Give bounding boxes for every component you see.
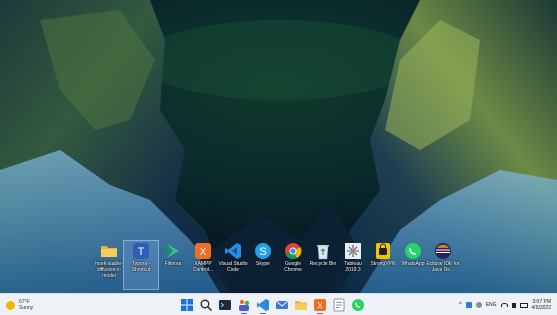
whatsapp-icon <box>404 242 422 260</box>
desktop-icon-label: hook-stable-diffusion-v-model <box>95 261 123 279</box>
wifi-icon[interactable] <box>500 303 508 307</box>
search-button[interactable] <box>199 298 213 312</box>
desktop-icon-label: Eclipse IDE for Java De... <box>426 261 460 273</box>
mail-icon <box>275 298 289 312</box>
teams-button[interactable] <box>237 298 251 314</box>
whatsapp-icon <box>351 298 365 312</box>
desktop-icon-label: Filmora <box>164 261 182 267</box>
running-indicator <box>317 312 323 314</box>
desktop-icon-whatsapp[interactable]: WhatsApp <box>396 241 430 289</box>
clock-date: 4/5/2022 <box>531 305 551 311</box>
svg-text:X: X <box>317 302 323 311</box>
terminal-icon <box>218 298 232 312</box>
desktop-icon-xampp[interactable]: X XAMPP Control... <box>186 241 220 289</box>
folder-icon <box>100 242 118 260</box>
desktop-icon-tableau[interactable]: Tableau 2019.3 <box>336 241 370 289</box>
taskbar-pinned-apps: X <box>180 296 365 314</box>
weather-widget[interactable]: 67°F Sunny <box>6 297 33 313</box>
running-indicator <box>260 312 266 314</box>
desktop-icon-chrome[interactable]: Google Chrome <box>276 241 310 289</box>
svg-text:X: X <box>200 247 207 258</box>
sun-icon <box>6 300 15 310</box>
vscode-taskbar-button[interactable] <box>256 298 270 314</box>
taskbar: 67°F Sunny X ^ ENG 3:07 PM 4/5/2022 <box>0 293 557 315</box>
xampp-icon: X <box>194 242 212 260</box>
desktop-icon-typora[interactable]: T Typora - Shortcut <box>123 240 159 290</box>
desktop-screen: hook-stable-diffusion-v-model T Typora -… <box>0 0 557 315</box>
desktop-icon-recycle-bin[interactable]: Recycle Bin <box>306 241 340 289</box>
desktop-icon-filmora[interactable]: Filmora <box>156 241 190 289</box>
running-indicator <box>241 312 247 314</box>
xampp-icon: X <box>313 298 327 312</box>
tableau-icon <box>344 242 362 260</box>
vscode-icon <box>224 242 242 260</box>
clock[interactable]: 3:07 PM 4/5/2022 <box>532 299 551 311</box>
weather-condition: Sunny <box>19 305 34 311</box>
windows-start-icon <box>180 298 194 312</box>
vscode-icon <box>256 298 270 312</box>
desktop-icon-label: Google Chrome <box>284 261 302 273</box>
terminal-button[interactable] <box>218 298 232 312</box>
folder-icon <box>294 298 308 312</box>
language-indicator[interactable]: ENG <box>486 302 497 308</box>
typora-icon: T <box>132 242 150 260</box>
svg-text:S: S <box>259 246 266 258</box>
notepad-button[interactable] <box>332 298 346 312</box>
svg-text:T: T <box>138 246 145 258</box>
chrome-icon <box>284 242 302 260</box>
desktop-icon-label: Recycle Bin <box>309 261 337 267</box>
search-icon <box>199 298 213 312</box>
tray-app-icon[interactable] <box>475 302 482 308</box>
desktop-icon-label: Typora - Shortcut <box>131 261 151 273</box>
desktop-icon-eclipse[interactable]: Eclipse IDE for Java De... <box>426 241 460 289</box>
notepad-icon <box>332 298 346 312</box>
desktop-icon-vscode[interactable]: Visual Studio Code <box>216 241 250 289</box>
desktop-icon-folder[interactable]: hook-stable-diffusion-v-model <box>92 241 126 289</box>
whatsapp-taskbar-button[interactable] <box>351 298 365 312</box>
filmora-icon <box>164 242 182 260</box>
desktop-icon-row: hook-stable-diffusion-v-model T Typora -… <box>92 240 462 290</box>
battery-icon[interactable] <box>519 302 528 308</box>
desktop-icon-label: StrongVPN <box>370 261 396 267</box>
xampp-taskbar-button[interactable]: X <box>313 298 327 314</box>
chevron-up-icon[interactable]: ^ <box>459 302 462 308</box>
mail-button[interactable] <box>275 298 289 312</box>
tray-app-icon[interactable] <box>465 302 472 308</box>
system-tray: ^ ENG 3:07 PM 4/5/2022 <box>459 296 551 314</box>
speaker-icon[interactable] <box>511 302 516 308</box>
strongvpn-icon <box>374 242 392 260</box>
desktop-icon-label: Tableau 2019.3 <box>344 261 362 273</box>
recycle-bin-icon <box>314 242 332 260</box>
desktop-icon-label: Visual Studio Code <box>218 261 248 273</box>
desktop-icon-label: Skype <box>256 261 270 267</box>
start-button[interactable] <box>180 298 194 312</box>
desktop-icon-label: WhatsApp <box>401 261 425 267</box>
desktop-icon-skype[interactable]: S Skype <box>246 241 280 289</box>
file-explorer-button[interactable] <box>294 298 308 312</box>
teams-icon <box>237 298 251 312</box>
skype-icon: S <box>254 242 272 260</box>
desktop-icon-label: XAMPP Control... <box>192 261 214 273</box>
desktop-icon-strongvpn[interactable]: StrongVPN <box>366 241 400 289</box>
eclipse-icon <box>434 242 452 260</box>
